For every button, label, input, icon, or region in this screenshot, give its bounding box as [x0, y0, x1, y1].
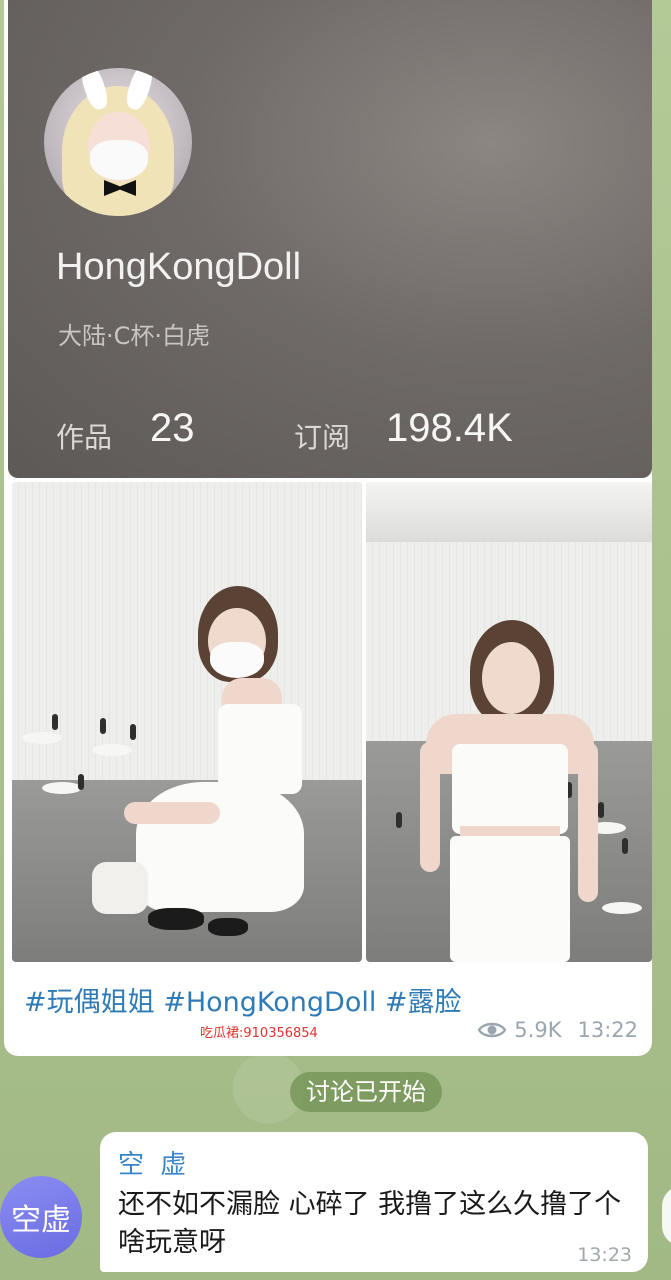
person-top — [218, 704, 302, 794]
person-arm — [420, 742, 440, 872]
views-eye-icon — [478, 1022, 507, 1038]
profile-username: HongKongDoll — [56, 246, 302, 288]
person-face — [482, 642, 540, 714]
floor-bottle — [130, 724, 136, 740]
discussion-started-notice: 讨论已开始 — [290, 1072, 442, 1112]
profile-tags: 大陆·C杯·白虎 — [58, 322, 211, 350]
handbag — [92, 862, 148, 914]
profile-banner[interactable]: HongKongDoll 大陆·C杯·白虎 作品 23 订阅 198.4K — [8, 0, 652, 478]
person-top — [452, 744, 568, 834]
floor-sculpture — [42, 782, 82, 794]
avatar-mask — [90, 140, 148, 180]
gallery-ceiling — [366, 482, 652, 542]
floor-sculpture — [92, 744, 132, 756]
floor-bottle — [598, 802, 604, 818]
post-photo-1[interactable] — [12, 482, 362, 962]
person-shoe — [208, 918, 248, 936]
gallery-wall — [12, 482, 362, 790]
reply-avatar[interactable]: 空虚 — [0, 1176, 82, 1258]
post-time: 13:22 — [577, 1018, 638, 1042]
floor-sculpture — [22, 732, 62, 744]
subscriptions-label: 订阅 — [294, 421, 351, 454]
works-count: 23 — [150, 406, 195, 450]
person-skirt — [450, 836, 570, 962]
person-shoe — [148, 908, 204, 930]
floor-bottle — [100, 718, 106, 734]
post-watermark: 吃瓜裙:910356854 — [200, 1026, 318, 1041]
floor-sculpture — [602, 902, 642, 914]
post-meta: 5.9K 13:22 — [478, 1018, 638, 1042]
post-photo-2[interactable] — [366, 482, 652, 962]
floor-bottle — [78, 774, 84, 790]
side-action-button[interactable] — [662, 1186, 671, 1246]
works-label: 作品 — [56, 421, 113, 454]
subscriptions-count: 198.4K — [386, 406, 513, 450]
channel-post[interactable]: HongKongDoll 大陆·C杯·白虎 作品 23 订阅 198.4K #玩… — [4, 0, 652, 1056]
reply-author[interactable]: 空 虚 — [118, 1144, 190, 1181]
post-hashtags[interactable]: #玩偶姐姐 #HongKongDoll #露脸 — [24, 980, 462, 1019]
floor-bottle — [396, 812, 402, 828]
views-count: 5.9K — [514, 1018, 562, 1042]
reply-message[interactable]: 空 虚 还不如不漏脸 心碎了 我撸了这么久撸了个啥玩意呀 13:23 — [100, 1132, 648, 1272]
person-arm — [124, 802, 220, 824]
person-mask — [210, 642, 264, 678]
reply-time: 13:23 — [577, 1244, 632, 1266]
reply-text: 还不如不漏脸 心碎了 我撸了这么久撸了个啥玩意呀 — [118, 1189, 622, 1258]
profile-avatar[interactable] — [44, 68, 192, 216]
floor-bottle — [52, 714, 58, 730]
person-arm — [578, 742, 598, 902]
floor-bottle — [622, 838, 628, 854]
